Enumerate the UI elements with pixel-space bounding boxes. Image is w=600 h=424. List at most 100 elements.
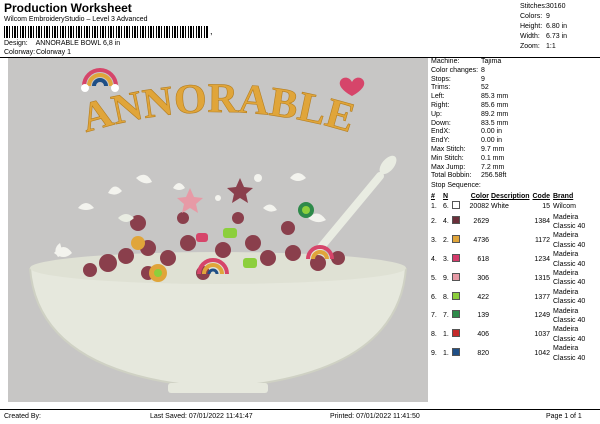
- color-code: 20082: [469, 203, 489, 211]
- thread-code: 1315: [534, 274, 550, 282]
- thread-brand: Madeira Classic 40: [553, 270, 586, 287]
- info-key: Color changes:: [431, 66, 479, 74]
- software-subtitle: Wilcom EmbroideryStudio – Level 3 Advanc…: [4, 16, 148, 23]
- info-value: 256.58ft: [481, 172, 507, 180]
- info-value: 89.2 mm: [481, 110, 509, 118]
- annorable-text: ANNORABLE: [76, 76, 360, 142]
- design-value: ANNORABLE BOWL 6,8 in: [35, 40, 121, 47]
- colorway-value: Colorway 1: [35, 49, 71, 56]
- thread-code: 1384: [534, 218, 550, 226]
- colors-stat: Colors: 9: [520, 12, 567, 22]
- stat-key: Width:: [520, 33, 540, 40]
- needle-num: 4.: [443, 218, 449, 226]
- col-header: [452, 192, 461, 201]
- thread-code: 1377: [534, 293, 550, 301]
- thread-code: 15: [542, 203, 550, 211]
- machine-info-panel: Machine: Tajima Color changes: 8 Stops: 9 Trim…: [431, 58, 600, 363]
- info-key: Min Stitch:: [431, 154, 464, 162]
- info-value: 0.00 in: [481, 137, 503, 145]
- zoom-stat: Zoom: 1:1: [520, 42, 567, 52]
- info-value: 9: [481, 75, 485, 83]
- info-key: Max Stitch:: [431, 145, 466, 153]
- machine-info-row: EndY: 0.00 in: [431, 137, 600, 146]
- info-key: Down:: [431, 119, 451, 127]
- color-code: 618: [477, 255, 489, 263]
- thread-code: 1037: [534, 331, 550, 339]
- needle-num: 8.: [443, 293, 449, 301]
- colorway-label: Colorway:: [4, 49, 36, 56]
- worksheet-title: Production Worksheet: [4, 1, 132, 15]
- color-code: 2629: [473, 218, 489, 226]
- footer-divider: [0, 409, 600, 410]
- created-by: Created By:: [4, 413, 41, 420]
- stat-key: Zoom:: [520, 43, 540, 50]
- color-swatch: [452, 235, 461, 246]
- info-value: 8: [481, 66, 485, 74]
- machine-info-list: Machine: Tajima Color changes: 8 Stops: 9 Trim…: [431, 58, 600, 181]
- stat-key: Stitches:: [520, 3, 547, 10]
- machine-info-row: Left: 85.3 mm: [431, 93, 600, 102]
- thread-brand: Madeira Classic 40: [553, 326, 586, 343]
- machine-info-row: Stops: 9: [431, 76, 600, 85]
- color-swatch: [452, 201, 461, 212]
- stop-sequence-row: 8. 1. 406 1037 Madeira Classic 40: [431, 325, 600, 344]
- thread-code: 1042: [534, 349, 550, 357]
- color-swatch: [452, 310, 461, 321]
- machine-info-row: Trims: 52: [431, 84, 600, 93]
- machine-info-row: Down: 83.5 mm: [431, 120, 600, 129]
- info-value: 9.7 mm: [481, 145, 505, 153]
- stop-num: 8.: [431, 331, 437, 339]
- color-swatch: [452, 329, 461, 340]
- design-label: Design:: [4, 40, 28, 47]
- machine-info-row: Max Stitch: 9.7 mm: [431, 146, 600, 155]
- color-swatch: [452, 216, 461, 227]
- stop-num: 9.: [431, 349, 437, 357]
- stop-sequence-header: # N Color Description Code Brand: [431, 192, 600, 201]
- stop-sequence-row: 3. 2. 4736 1172 Madeira Classic 40: [431, 231, 600, 250]
- machine-info-row: Min Stitch: 0.1 mm: [431, 155, 600, 164]
- color-swatch: [452, 253, 461, 265]
- col-header: Code: [532, 193, 551, 201]
- thread-brand: Madeira Classic 40: [553, 232, 586, 249]
- thread-brand: Madeira Classic 40: [553, 345, 586, 362]
- stop-sequence-label: Stop Sequence:: [431, 182, 481, 190]
- stat-value: 9: [546, 13, 550, 20]
- info-key: Total Bobbin:: [431, 172, 472, 180]
- color-code: 422: [477, 293, 489, 301]
- needle-num: 1.: [443, 349, 449, 357]
- color-code: 820: [477, 349, 489, 357]
- col-header: Color: [470, 193, 489, 201]
- thread-brand: Madeira Classic 40: [553, 251, 586, 268]
- machine-info-row: Total Bobbin: 256.58ft: [431, 172, 600, 181]
- color-description: White: [491, 203, 509, 211]
- stop-sequence-row: 4. 3. 618 1234 Madeira Classic 40: [431, 250, 600, 269]
- embroidery-artwork: ANNORABLE: [29, 68, 407, 393]
- milk-drop: [55, 243, 62, 257]
- info-value: 0.00 in: [481, 128, 503, 136]
- color-swatch: [452, 347, 461, 359]
- needle-num: 1.: [443, 331, 449, 339]
- thread-brand: Madeira Classic 40: [553, 288, 586, 306]
- colorway-row: Colorway: Colorway 1: [4, 49, 71, 56]
- stop-num: 2.: [431, 218, 437, 226]
- info-key: Machine:: [431, 58, 460, 65]
- machine-info-row: Color changes: 8: [431, 67, 600, 76]
- color-swatch: [452, 291, 461, 303]
- page-number: Page 1 of 1: [546, 413, 582, 420]
- thread-brand: Madeira Classic 40: [553, 213, 586, 230]
- machine-info-row: Right: 85.6 mm: [431, 102, 600, 111]
- info-key: EndX:: [431, 128, 451, 136]
- stop-num: 7.: [431, 312, 437, 320]
- stat-value: 6.80 in: [546, 23, 568, 30]
- last-saved: Last Saved: 07/01/2022 11:41:47: [150, 413, 253, 420]
- color-swatch: [452, 272, 461, 284]
- needle-num: 9.: [443, 274, 449, 282]
- stat-value: 1:1: [546, 43, 556, 50]
- needle-num: 2.: [443, 237, 449, 245]
- info-key: Stops:: [431, 75, 451, 83]
- color-code: 139: [477, 312, 489, 320]
- info-value: Tajima: [481, 58, 502, 65]
- design-name-row: Design: ANNORABLE BOWL 6,8 in: [4, 40, 120, 47]
- stop-sequence-row: 7. 7. 139 1249 Madeira Classic 40: [431, 307, 600, 326]
- machine-info-row: EndX: 0.00 in: [431, 128, 600, 137]
